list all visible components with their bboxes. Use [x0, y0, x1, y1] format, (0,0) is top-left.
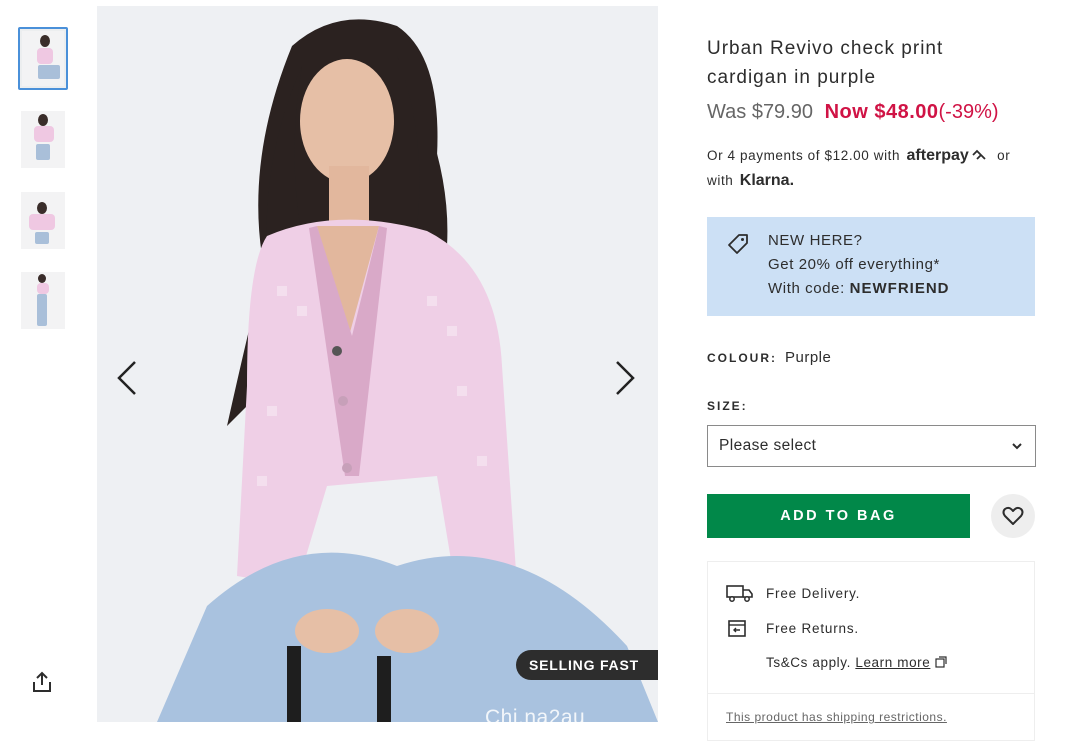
payment-prefix: Or 4 payments of $12.00 with: [707, 148, 901, 163]
colour-label: COLOUR:: [707, 351, 777, 365]
product-title: Urban Revivo check print cardigan in pur…: [707, 38, 944, 88]
new-customer-promo: NEW HERE? Get 20% off everything* With c…: [707, 217, 1035, 316]
thumbnail-1[interactable]: [18, 27, 68, 90]
afterpay-arrows-icon: [972, 149, 986, 160]
promo-line-1: NEW HERE?: [768, 232, 863, 249]
free-returns-row: Free Returns.: [726, 617, 859, 639]
product-image: SELLING FAST Chi.na2au: [97, 6, 658, 722]
selling-fast-badge: SELLING FAST: [516, 650, 658, 680]
model-photo: [97, 6, 658, 722]
size-label-row: SIZE:: [707, 397, 756, 415]
share-icon[interactable]: [30, 670, 54, 694]
delivery-info-box: Free Delivery. Free Returns. Ts&Cs apply…: [707, 561, 1035, 741]
promo-code-prefix: With code:: [768, 280, 845, 297]
free-returns-text: Free Returns.: [766, 620, 859, 636]
previous-image-arrow-icon[interactable]: [115, 358, 139, 398]
payment-or: or: [997, 148, 1011, 163]
promo-code: NEWFRIEND: [849, 280, 950, 297]
heart-icon: [1002, 506, 1024, 525]
size-label: SIZE:: [707, 399, 748, 413]
discount: (-39%): [938, 101, 999, 123]
shipping-restrictions-link[interactable]: This product has shipping restrictions.: [726, 710, 947, 724]
thumbnail-2[interactable]: [21, 111, 65, 168]
klarna-logo[interactable]: Klarna.: [740, 172, 794, 189]
promo-line-2: Get 20% off everything*: [768, 256, 940, 273]
save-for-later-button[interactable]: [991, 494, 1035, 538]
returns-icon: [726, 617, 754, 639]
tcs-text: Ts&Cs apply.: [766, 655, 851, 670]
add-to-bag-button[interactable]: ADD TO BAG: [707, 494, 970, 538]
divider: [708, 693, 1034, 694]
next-image-arrow-icon[interactable]: [613, 358, 637, 398]
free-delivery-text: Free Delivery.: [766, 585, 861, 601]
watermark: Chi.na2au: [485, 706, 586, 722]
price-block: Was $79.90 Now $48.00(-39%): [707, 101, 999, 124]
price-tag-icon: [726, 232, 750, 261]
payment-with: with: [707, 173, 734, 188]
learn-more-link[interactable]: Learn more: [855, 655, 930, 670]
size-select-value: Please select: [719, 437, 817, 454]
thumbnail-4[interactable]: [21, 272, 65, 329]
size-select[interactable]: Please select: [707, 425, 1036, 467]
colour-row: COLOUR: Purple: [707, 349, 831, 366]
promo-line-3: With code: NEWFRIEND: [768, 277, 949, 301]
free-delivery-row: Free Delivery.: [726, 582, 860, 604]
chevron-down-icon: [1012, 443, 1022, 450]
thumbnail-3[interactable]: [21, 192, 65, 249]
payment-options: Or 4 payments of $12.00 with afterpay or…: [707, 143, 1037, 193]
now-price: Now $48.00: [824, 101, 939, 123]
was-price: Was $79.90: [707, 101, 813, 123]
tcs-row: Ts&Cs apply. Learn more: [766, 655, 947, 670]
external-link-icon[interactable]: [935, 656, 947, 668]
colour-value: Purple: [785, 349, 832, 366]
delivery-truck-icon: [726, 582, 754, 604]
afterpay-logo[interactable]: afterpay: [907, 147, 969, 164]
